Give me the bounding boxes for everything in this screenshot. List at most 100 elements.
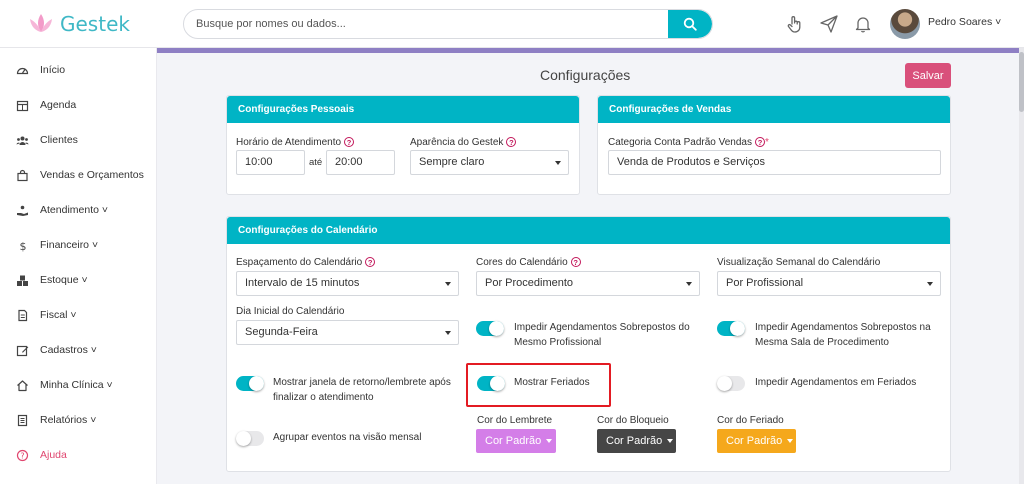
sidebar-item-atendimento[interactable]: Atendimento ˅ [0, 195, 157, 225]
hand-pointer-icon[interactable] [785, 14, 805, 34]
toggle-label-line: Impedir Agendamentos Sobrepostos do [514, 322, 690, 333]
caret-down-icon [686, 282, 692, 286]
calendar-icon [16, 100, 29, 111]
sidebar-item-label: Estoque ˅ [40, 274, 88, 286]
reminder-color-button[interactable]: Cor Padrão [476, 429, 556, 453]
toggle-knob [730, 321, 745, 336]
hand-service-icon [17, 205, 28, 216]
svg-text:$: $ [20, 240, 27, 252]
help-circle-icon: ? [16, 449, 29, 461]
scrollbar-thumb[interactable] [1019, 52, 1024, 112]
sidebar-item-minha-clinica[interactable]: Minha Clínica ˅ [0, 370, 157, 400]
sidebar: Início Agenda Clientes Vendas e Orçament… [0, 48, 157, 484]
sidebar-item-label: Relatórios ˅ [40, 414, 97, 426]
hours-label-text: Horário de Atendimento [236, 137, 342, 148]
block-overlap-room-label: Impedir Agendamentos Sobrepostos na Mesma… [755, 320, 931, 350]
toggle-label-line: Mesma Sala de Procedimento [755, 337, 889, 348]
sidebar-item-label: Vendas e Orçamentos [40, 169, 144, 181]
show-return-window-label: Mostrar janela de retorno/lembrete após f… [273, 375, 451, 405]
sidebar-item-inicio[interactable]: Início [0, 55, 157, 85]
help-icon[interactable]: ? [570, 257, 581, 268]
toggle-knob [249, 376, 264, 391]
block-color-button[interactable]: Cor Padrão [597, 429, 676, 453]
block-holidays-label: Impedir Agendamentos em Feriados [755, 377, 917, 388]
svg-text:?: ? [20, 451, 24, 460]
sidebar-item-clientes[interactable]: Clientes [0, 125, 157, 155]
home-icon [17, 379, 28, 391]
card-header: Configurações de Vendas [598, 96, 950, 123]
required-mark: * [765, 137, 769, 148]
spacing-label: Espaçamento do Calendário? [236, 257, 376, 268]
help-icon[interactable]: ? [365, 257, 376, 268]
search-button[interactable] [668, 10, 712, 38]
color-button-label: Cor Padrão [726, 435, 783, 447]
shopping-bag-icon [17, 169, 28, 181]
paper-plane-icon[interactable] [819, 14, 839, 34]
sidebar-item-label: Financeiro ˅ [40, 239, 99, 251]
help-icon[interactable]: ? [506, 137, 517, 148]
dollar-icon: $ [20, 240, 27, 252]
appearance-value: Sempre claro [419, 156, 485, 168]
calendar-colors-label: Cores do Calendário? [476, 257, 581, 268]
caret-down-icon [787, 439, 794, 444]
sidebar-item-financeiro[interactable]: $ Financeiro ˅ [0, 230, 157, 260]
start-day-select[interactable]: Segunda-Feira [236, 320, 459, 345]
save-button[interactable]: Salvar [905, 63, 951, 88]
block-overlap-professional-toggle[interactable] [476, 321, 504, 336]
page-title: Configurações [540, 67, 631, 83]
show-return-window-toggle[interactable] [236, 376, 264, 391]
page-scrollbar[interactable] [1019, 48, 1024, 484]
dashboard-icon [16, 67, 29, 74]
sidebar-item-fiscal[interactable]: Fiscal ˅ [0, 300, 157, 330]
appearance-label-text: Aparência do Gestek [410, 137, 504, 148]
hours-end-input[interactable]: 20:00 [326, 150, 395, 175]
help-icon[interactable]: ? [344, 137, 355, 148]
logo[interactable]: Gestek [28, 12, 130, 36]
spacing-select[interactable]: Intervalo de 15 minutos [236, 271, 459, 296]
start-day-value: Segunda-Feira [245, 326, 318, 338]
search-bar [183, 9, 713, 39]
toggle-label-line: Impedir Agendamentos Sobrepostos na [755, 322, 931, 333]
sidebar-item-agenda[interactable]: Agenda [0, 90, 157, 120]
avatar[interactable] [890, 9, 920, 39]
hours-separator: até [309, 157, 323, 168]
color-button-label: Cor Padrão [606, 435, 663, 447]
card-header: Configurações do Calendário [227, 217, 950, 244]
caret-down-icon [445, 331, 451, 335]
start-day-label: Dia Inicial do Calendário [236, 306, 345, 317]
appearance-select[interactable]: Sempre claro [410, 150, 569, 175]
holiday-color-button[interactable]: Cor Padrão [717, 429, 796, 453]
sidebar-item-relatorios[interactable]: Relatórios ˅ [0, 405, 157, 435]
reminder-color-label: Cor do Lembrete [477, 415, 553, 426]
sales-category-input[interactable]: Venda de Produtos e Serviços [608, 150, 941, 175]
bell-icon[interactable] [853, 14, 873, 34]
toggle-knob [717, 376, 732, 391]
toggle-label-line: finalizar o atendimento [273, 392, 374, 403]
hours-start-input[interactable]: 10:00 [236, 150, 305, 175]
block-overlap-room-toggle[interactable] [717, 321, 745, 336]
user-menu[interactable]: Pedro Soares ˅ [928, 16, 1001, 28]
boxes-icon [17, 275, 28, 286]
group-monthly-toggle[interactable] [236, 431, 264, 446]
report-icon [17, 414, 28, 426]
sidebar-item-vendas[interactable]: Vendas e Orçamentos [0, 160, 157, 190]
caret-down-icon [667, 439, 674, 444]
users-icon [16, 136, 29, 145]
sidebar-item-label: Clientes [40, 134, 78, 146]
weekly-view-select[interactable]: Por Profissional [717, 271, 941, 296]
highlight-box [466, 363, 611, 407]
lotus-logo-icon [30, 14, 52, 32]
sidebar-item-label: Fiscal ˅ [40, 309, 77, 321]
search-input[interactable] [184, 10, 664, 38]
block-color-label: Cor do Bloqueio [597, 415, 669, 426]
sidebar-item-cadastros[interactable]: Cadastros ˅ [0, 335, 157, 365]
sidebar-item-label: Ajuda [40, 449, 67, 461]
toggle-label-line: Mostrar janela de retorno/lembrete após [273, 377, 451, 388]
calendar-colors-select[interactable]: Por Procedimento [476, 271, 700, 296]
sidebar-item-estoque[interactable]: Estoque ˅ [0, 265, 157, 295]
block-holidays-toggle[interactable] [717, 376, 745, 391]
sidebar-item-ajuda[interactable]: ? Ajuda [0, 440, 157, 470]
sidebar-item-label: Atendimento ˅ [40, 204, 109, 216]
header-accent-strip [157, 48, 1019, 53]
help-icon[interactable]: ? [755, 137, 765, 148]
